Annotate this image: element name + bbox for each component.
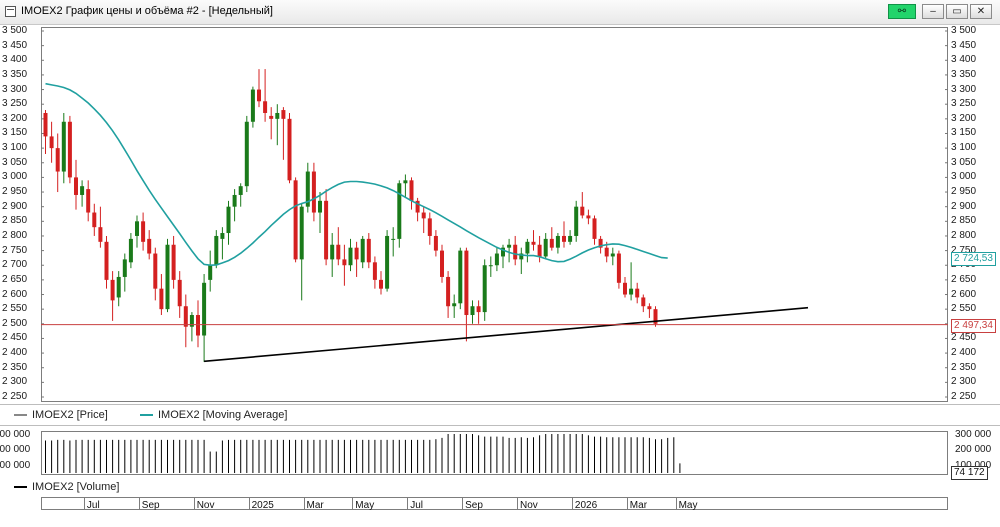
support-trend-line <box>204 306 809 363</box>
candle-down <box>531 241 536 245</box>
candle-down <box>641 297 646 307</box>
candle-down <box>257 89 261 102</box>
candle-down <box>586 215 591 219</box>
candle-down <box>67 121 72 178</box>
candle-down <box>43 112 48 137</box>
candle-down <box>324 200 329 260</box>
candle-down <box>354 247 359 260</box>
candle-down <box>293 180 298 260</box>
candle-down <box>336 244 341 260</box>
candle-up <box>403 180 408 184</box>
candle-down <box>604 247 609 257</box>
candle-down <box>171 244 176 280</box>
candle-down <box>263 101 268 113</box>
candle-up <box>507 244 512 248</box>
candle-down <box>110 279 115 301</box>
moving-average-line <box>45 82 668 267</box>
candle-down <box>592 218 597 239</box>
candle-down <box>86 189 91 213</box>
candle-down <box>287 118 292 181</box>
candle-down <box>623 282 627 295</box>
candle-down <box>49 136 54 149</box>
candle-down <box>427 218 432 236</box>
candle-up <box>244 121 249 187</box>
candle-up <box>61 121 66 172</box>
candle-down <box>366 238 371 263</box>
candle-up <box>330 244 335 260</box>
candle-up <box>318 200 322 213</box>
candle-up <box>208 265 213 280</box>
candle-down <box>92 212 97 228</box>
candle-down <box>464 250 469 316</box>
candle-up <box>470 306 475 316</box>
candle-down <box>440 250 444 277</box>
candle-down <box>372 262 377 280</box>
candle-down <box>562 235 566 242</box>
candle-up <box>238 186 243 195</box>
candle-up <box>458 250 463 304</box>
candle-up <box>226 206 231 234</box>
candle-up <box>482 265 487 313</box>
candle-up <box>275 112 280 119</box>
chart-canvas <box>41 30 948 473</box>
candle-down <box>647 306 652 310</box>
candle-down <box>433 235 438 251</box>
candle-down <box>549 238 554 248</box>
candle-up <box>574 206 579 236</box>
candle-down <box>311 171 316 213</box>
candle-down <box>153 253 158 289</box>
candle-up <box>555 235 560 248</box>
candle-up <box>116 276 121 298</box>
candle-up <box>568 235 573 242</box>
candle-up <box>525 241 530 254</box>
candle-down <box>476 306 481 313</box>
candle-up <box>165 244 170 310</box>
candle-down <box>269 115 274 119</box>
candle-down <box>177 279 182 307</box>
candle-down <box>537 244 542 257</box>
candle-up <box>299 206 304 260</box>
candle-up <box>135 221 139 236</box>
candle-down <box>196 315 200 336</box>
candle-down <box>513 244 518 260</box>
candle-down <box>635 288 640 298</box>
candle-up <box>220 233 225 239</box>
candle-down <box>98 227 103 242</box>
candle-up <box>543 238 548 257</box>
candle-down <box>446 276 451 307</box>
candle-down <box>141 221 146 242</box>
candle-up <box>80 186 85 195</box>
candle-down <box>379 279 383 289</box>
candle-up <box>391 238 396 240</box>
candle-up <box>250 89 255 122</box>
candle-up <box>202 282 207 336</box>
candle-up <box>397 183 402 239</box>
candle-up <box>385 235 390 289</box>
candle-up <box>629 288 634 295</box>
candle-up <box>122 259 127 277</box>
candle-up <box>494 253 499 266</box>
candle-down <box>421 212 426 219</box>
candle-down <box>55 148 60 172</box>
candle-down <box>342 259 347 266</box>
candle-down <box>74 177 78 195</box>
candle-down <box>183 306 188 327</box>
candle-up <box>348 247 353 266</box>
candle-up <box>452 303 457 307</box>
candle-up <box>360 238 365 263</box>
candle-down <box>580 206 585 216</box>
candle-down <box>104 241 109 280</box>
candle-up <box>488 265 493 267</box>
candle-up <box>214 235 219 266</box>
candle-down <box>147 238 152 254</box>
candle-down <box>159 288 164 310</box>
candle-up <box>128 238 133 263</box>
candle-up <box>232 194 237 207</box>
candle-down <box>281 110 286 119</box>
candle-up <box>610 253 615 257</box>
candle-down <box>616 253 621 283</box>
candle-down <box>409 180 414 201</box>
